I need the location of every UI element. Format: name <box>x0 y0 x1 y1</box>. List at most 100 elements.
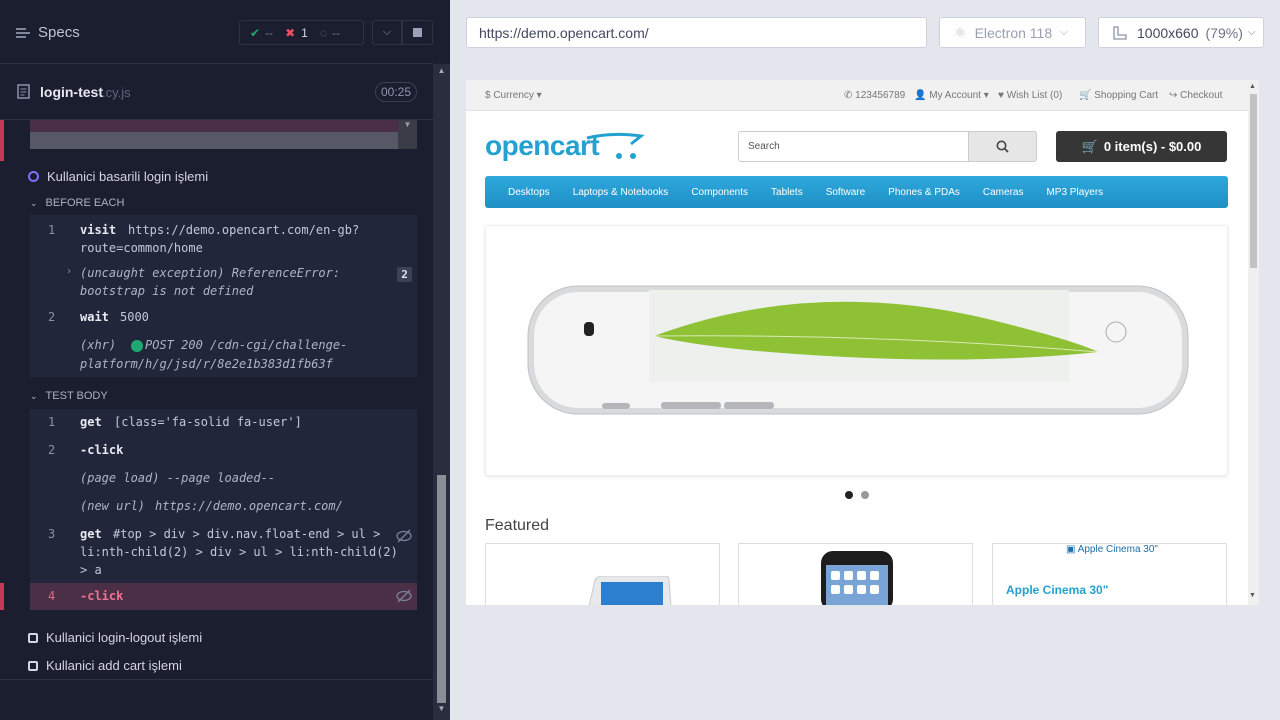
command-row[interactable]: 2 -click <box>30 443 417 461</box>
command-message: li:nth-child(2) > div > ul > li:nth-chil… <box>80 545 398 559</box>
phone-link[interactable]: ✆ 123456789 <box>844 90 905 101</box>
checkout-link[interactable]: ↪ Checkout <box>1169 90 1222 101</box>
cart-icon: 🛒 <box>1079 90 1092 101</box>
featured-heading: Featured <box>485 517 550 534</box>
exception-message: (uncaught exception) ReferenceError: <box>80 266 341 280</box>
command-log-scrollbar[interactable]: ▲ ▼ <box>433 64 450 720</box>
product-card-iphone[interactable] <box>738 543 973 605</box>
passed-count: -- <box>265 25 274 40</box>
command-message: route=common/home <box>80 241 203 255</box>
search-input[interactable]: Search <box>738 131 969 162</box>
command-message: https://demo.opencart.com/en-gb? <box>128 223 360 237</box>
test-body-section[interactable]: ⌄ TEST BODY <box>30 390 108 402</box>
page-load-row[interactable]: (page load) --page loaded-- <box>30 471 417 489</box>
command-row[interactable]: 1 visit https://demo.opencart.com/en-gb?… <box>30 223 417 257</box>
viewport-size: 1000x660 <box>1137 24 1199 41</box>
browser-selector[interactable]: ⚛ Electron 118 ⌵ <box>939 17 1086 48</box>
nav-item-cameras[interactable]: Cameras <box>983 187 1024 198</box>
specs-label: Specs <box>38 24 80 41</box>
shopping-cart-link[interactable]: 🛒 Shopping Cart <box>1079 90 1158 101</box>
search-icon <box>996 140 1009 153</box>
test-item-login[interactable]: Kullanici basarili login işlemi <box>28 169 208 184</box>
nav-item-laptops[interactable]: Laptops & Notebooks <box>573 187 669 198</box>
xhr-message: platform/h/g/jsd/r/8e2e1b383d1fb63f <box>80 357 333 371</box>
specs-toggle[interactable]: Specs <box>16 24 80 41</box>
nav-item-mp3[interactable]: MP3 Players <box>1046 187 1103 198</box>
xhr-message: POST 200 /cdn-cgi/challenge- <box>145 338 348 352</box>
stop-button[interactable] <box>402 20 433 45</box>
product-name-link[interactable]: Apple Cinema 30" <box>1006 583 1108 597</box>
test-item-login-logout[interactable]: Kullanici login-logout işlemi <box>28 630 202 645</box>
scrollbar-thumb[interactable] <box>1250 94 1257 268</box>
chevron-down-icon: ⌄ <box>30 390 38 401</box>
test-title: Kullanici basarili login işlemi <box>47 169 209 184</box>
test-stats: ✔ -- ✖ 1 ◌ -- <box>239 20 364 45</box>
scroll-up-icon[interactable]: ▲ <box>1249 83 1256 90</box>
command-row[interactable]: 3 get #top > div > div.nav.float-end > u… <box>30 527 417 579</box>
iphone-image <box>821 551 893 605</box>
wish-list-link[interactable]: ♥ Wish List (0) <box>998 90 1062 101</box>
viewport-selector[interactable]: 1000x660 (79%) ⌵ <box>1098 17 1264 48</box>
command-number: 3 <box>48 527 56 541</box>
url-bar[interactable]: https://demo.opencart.com/ <box>466 17 927 48</box>
scroll-down-icon[interactable]: ▼ <box>1249 592 1256 599</box>
scrollbar-thumb[interactable] <box>437 475 446 703</box>
nav-item-components[interactable]: Components <box>691 187 748 198</box>
scroll-up-icon[interactable]: ▲ <box>433 66 450 75</box>
opencart-logo[interactable]: opencart <box>485 130 645 162</box>
error-code-frame <box>30 120 417 132</box>
failed-x-icon: ✖ <box>285 25 296 40</box>
command-name: -click <box>80 443 124 457</box>
cart-button[interactable]: 🛒 0 item(s) - $0.00 <box>1056 131 1227 162</box>
new-url-label: (new url) <box>80 499 146 513</box>
hero-slideshow[interactable] <box>485 225 1228 476</box>
menu-icon <box>16 27 30 38</box>
error-code-scrollbar[interactable] <box>30 132 417 149</box>
new-url-row[interactable]: (new url) https://demo.opencart.com/ <box>30 499 417 517</box>
before-each-hook[interactable]: ⌄ BEFORE EACH <box>30 197 124 209</box>
command-row[interactable]: 1 get [class='fa-solid fa-user'] <box>30 415 417 433</box>
my-account-dropdown[interactable]: 👤 My Account ▾ <box>914 90 989 101</box>
currency-dropdown[interactable]: $ Currency ▾ <box>485 90 542 101</box>
test-body-commands: 1 get [class='fa-solid fa-user'] 2 -clic… <box>30 409 417 609</box>
spec-file-header: login-test .cy.js <box>0 64 433 120</box>
auto-scroll-button[interactable]: ⌵ <box>372 20 402 45</box>
failed-count: 1 <box>301 25 308 40</box>
iphone-banner-image <box>527 285 1189 415</box>
app-iframe-scrollbar[interactable]: ▲ ▼ <box>1248 80 1259 605</box>
search-button[interactable] <box>968 131 1037 162</box>
logo-cart-icon <box>586 132 645 159</box>
test-item-add-cart[interactable]: Kullanici add cart işlemi <box>28 658 182 673</box>
nav-item-desktops[interactable]: Desktops <box>508 187 550 198</box>
exception-row[interactable]: › (uncaught exception) ReferenceError: b… <box>30 266 417 300</box>
checkbox-icon <box>28 632 38 643</box>
ruler-icon <box>1113 25 1127 40</box>
nav-item-software[interactable]: Software <box>826 187 865 198</box>
passed-check-icon: ✔ <box>250 25 261 40</box>
phone-icon: ✆ <box>844 90 853 101</box>
eye-slash-icon[interactable] <box>396 529 412 543</box>
failed-command-row[interactable]: 4 -click <box>30 583 417 610</box>
command-message: 5000 <box>120 310 149 324</box>
eye-slash-icon[interactable] <box>396 589 412 603</box>
spec-file-ext: .cy.js <box>102 85 131 100</box>
spec-file-name: login-test <box>40 84 103 100</box>
slide-dot[interactable] <box>861 491 869 499</box>
product-card-macbook[interactable] <box>485 543 720 605</box>
nav-item-tablets[interactable]: Tablets <box>771 187 803 198</box>
command-number: 4 <box>48 589 56 603</box>
stop-icon <box>413 28 422 37</box>
broken-image-alt[interactable]: ▣ Apple Cinema 30" <box>1066 544 1158 555</box>
chevron-down-icon[interactable]: ▼ <box>398 120 417 149</box>
page-load-message: (page load) --page loaded-- <box>80 471 276 485</box>
slide-dot-active[interactable] <box>845 491 853 499</box>
xhr-row[interactable]: (xhr) POST 200 /cdn-cgi/challenge- platf… <box>30 338 417 374</box>
failed-test-indicator <box>0 583 4 610</box>
chevron-down-icon: ⌵ <box>1060 27 1068 38</box>
scroll-down-icon[interactable]: ▼ <box>433 704 450 713</box>
product-card-apple-cinema[interactable]: ▣ Apple Cinema 30" Apple Cinema 30" <box>992 543 1227 605</box>
command-row[interactable]: 2 wait 5000 <box>30 310 417 328</box>
command-message: [class='fa-solid fa-user'] <box>114 415 302 429</box>
nav-item-phones[interactable]: Phones & PDAs <box>888 187 960 198</box>
browser-name: Electron 118 <box>974 24 1053 41</box>
